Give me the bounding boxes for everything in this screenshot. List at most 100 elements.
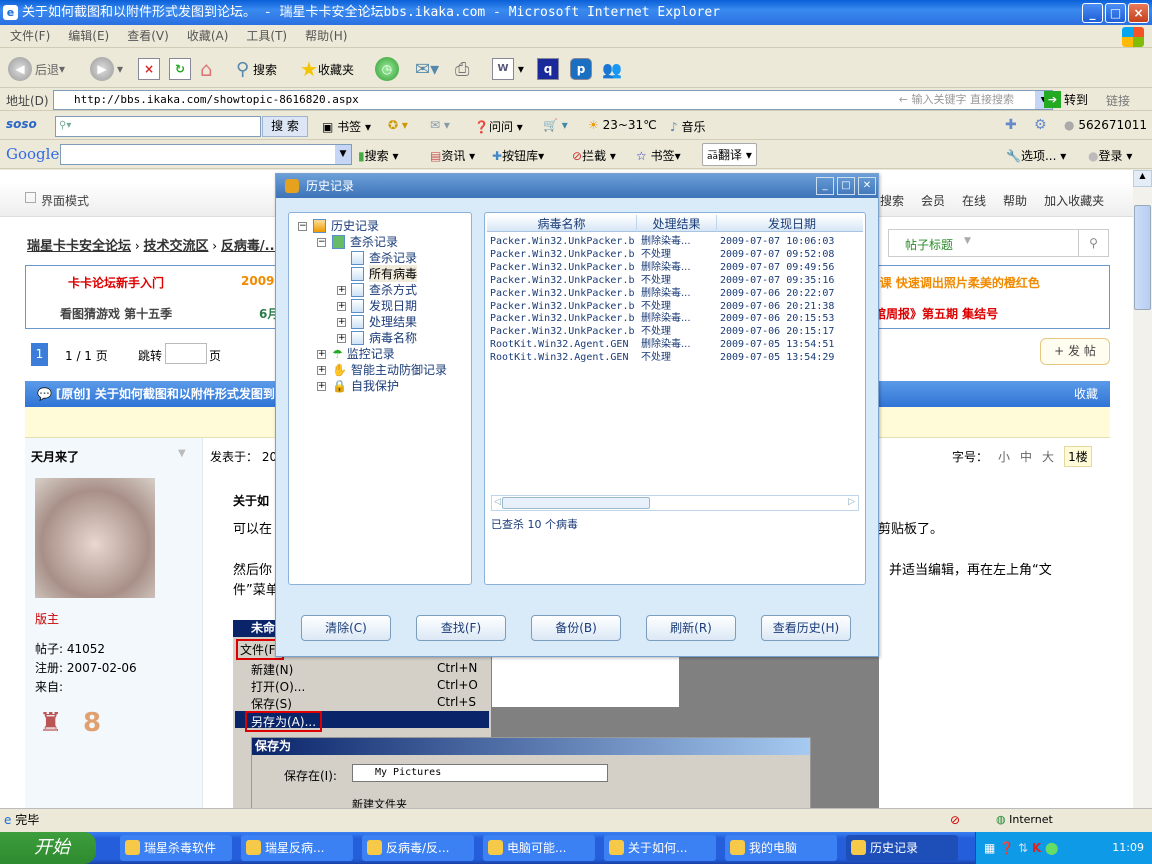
messenger-button[interactable]: 👥 bbox=[602, 55, 622, 83]
taskbar-button[interactable]: 瑞星杀毒软件 bbox=[120, 835, 232, 861]
window-title-bar[interactable]: 关于如何截图和以附件形式发图到论坛。 - 瑞星卡卡安全论坛bbs.ikaka.c… bbox=[0, 0, 1152, 25]
nav-help[interactable]: 帮助 bbox=[1003, 192, 1027, 209]
breadcrumb-tech[interactable]: 技术交流区 bbox=[143, 239, 208, 254]
print-button[interactable]: ⎙ bbox=[455, 55, 469, 83]
menu-tools[interactable]: 工具(T) bbox=[246, 29, 287, 43]
google-news-button[interactable]: ▤资讯 ▾ bbox=[430, 147, 475, 164]
soso-bookmarks-button[interactable]: ▣ 书签 ▾ bbox=[322, 118, 371, 135]
tree-scan-records[interactable]: 查杀记录 bbox=[332, 233, 398, 250]
soso-mail-button[interactable]: ✉ ▾ bbox=[430, 118, 450, 132]
tree-history[interactable]: 历史记录 bbox=[313, 217, 379, 234]
page-1-button[interactable]: 1 bbox=[31, 343, 48, 366]
go-button[interactable]: ➔ 转到 bbox=[1044, 91, 1088, 108]
taskbar-button[interactable]: 反病毒/反... bbox=[362, 835, 474, 861]
soso-music-button[interactable]: ♪ 音乐 bbox=[670, 118, 706, 135]
soso-ask-button[interactable]: ❓问问 ▾ bbox=[474, 118, 523, 135]
tree-found-date[interactable]: 发现日期 bbox=[351, 297, 417, 314]
forward-button[interactable]: ▶ ▾ bbox=[90, 55, 123, 83]
scrollbar-thumb[interactable] bbox=[1134, 205, 1151, 310]
refresh-list-button[interactable]: 刷新(R) bbox=[646, 615, 736, 641]
forum-search-icon[interactable]: ⚲ bbox=[1078, 230, 1108, 256]
author-name[interactable]: 天月来了 bbox=[31, 448, 79, 465]
soso-shop-button[interactable]: 🛒 ▾ bbox=[543, 118, 568, 132]
soso-search-button[interactable]: 搜 索 bbox=[262, 116, 308, 137]
horizontal-scrollbar[interactable]: ◁ ▷ bbox=[491, 495, 859, 511]
minimize-button[interactable]: _ bbox=[1082, 3, 1103, 23]
forum-search-box[interactable]: 帖子标题 ▼ ⚲ bbox=[888, 229, 1109, 257]
dialog-close-button[interactable]: ✕ bbox=[858, 177, 876, 195]
taskbar-button[interactable]: 我的电脑 bbox=[725, 835, 837, 861]
favorites-button[interactable]: ★ 收藏夹 bbox=[300, 55, 354, 83]
mode-checkbox-icon[interactable] bbox=[25, 192, 36, 203]
favorite-link[interactable]: 收藏 bbox=[1074, 381, 1098, 407]
page-jump-input[interactable] bbox=[165, 343, 207, 364]
column-virus-name[interactable]: 病毒名称 bbox=[487, 215, 637, 232]
font-large[interactable]: 大 bbox=[1042, 448, 1054, 465]
font-medium[interactable]: 中 bbox=[1020, 448, 1032, 465]
dialog-maximize-button[interactable]: □ bbox=[837, 177, 855, 195]
menu-edit[interactable]: 编辑(E) bbox=[68, 29, 109, 43]
edit-button[interactable]: W ▾ bbox=[492, 55, 524, 83]
popup-blocked-icon[interactable]: ⊘ bbox=[950, 809, 960, 831]
dialog-title-bar[interactable]: 历史记录 _ □ ✕ bbox=[276, 174, 878, 198]
new-post-button[interactable]: + 发 帖 bbox=[1040, 338, 1110, 365]
menu-help[interactable]: 帮助(H) bbox=[305, 29, 347, 43]
column-result[interactable]: 处理结果 bbox=[637, 215, 717, 232]
plus-icon[interactable]: ✚ bbox=[1005, 117, 1017, 133]
settings-icon[interactable]: ⚙ bbox=[1034, 117, 1047, 133]
find-button[interactable]: 查找(F) bbox=[416, 615, 506, 641]
menu-view[interactable]: 查看(V) bbox=[127, 29, 169, 43]
nav-add-favorite[interactable]: 加入收藏夹 bbox=[1044, 192, 1104, 209]
announce-link[interactable]: 2009 bbox=[241, 274, 274, 288]
google-buttons-button[interactable]: ✚按钮库▾ bbox=[492, 147, 544, 164]
menu-file[interactable]: 文件(F) bbox=[10, 29, 50, 43]
tree-result[interactable]: 处理结果 bbox=[351, 313, 417, 330]
vertical-scrollbar[interactable]: ▲ bbox=[1133, 170, 1152, 808]
google-dropdown-icon[interactable]: ▼ bbox=[335, 145, 351, 164]
tree-monitor[interactable]: ☂ 监控记录 bbox=[332, 345, 395, 362]
nav-online[interactable]: 在线 bbox=[962, 192, 986, 209]
tree-scan-log[interactable]: 查杀记录 bbox=[351, 249, 417, 266]
announce-link[interactable]: 馆周报》第五期 集结号 bbox=[874, 305, 998, 322]
nav-members[interactable]: 会员 bbox=[921, 192, 945, 209]
kaspersky-icon[interactable]: K bbox=[1032, 841, 1041, 855]
announce-link[interactable]: 看图猜游戏 第十五季 bbox=[60, 305, 172, 322]
close-button[interactable]: × bbox=[1128, 3, 1149, 23]
font-small[interactable]: 小 bbox=[998, 448, 1010, 465]
google-block-button[interactable]: ⊘拦截 ▾ bbox=[572, 147, 616, 164]
scrollbar-thumb[interactable] bbox=[502, 497, 650, 509]
stop-button[interactable]: × bbox=[138, 55, 160, 83]
address-input[interactable]: http://bbs.ikaka.com/showtopic-8616820.a… bbox=[53, 90, 1053, 110]
links-button[interactable]: 链接 bbox=[1106, 92, 1130, 109]
history-button[interactable]: ◷ bbox=[375, 55, 402, 83]
taskbar-button[interactable]: 电脑可能... bbox=[483, 835, 595, 861]
taskbar-button[interactable]: 瑞星反病... bbox=[241, 835, 353, 861]
refresh-button[interactable]: ↻ bbox=[169, 55, 191, 83]
help-icon[interactable]: ❓ bbox=[999, 841, 1014, 855]
taskbar-button[interactable]: 关于如何... bbox=[604, 835, 716, 861]
soso-fav-button[interactable]: ✪ ▾ bbox=[388, 118, 408, 132]
tree-self-protect[interactable]: 🔒 自我保护 bbox=[332, 377, 399, 394]
clear-button[interactable]: 清除(C) bbox=[301, 615, 391, 641]
menu-favorites[interactable]: 收藏(A) bbox=[187, 29, 229, 43]
start-button[interactable]: 开始 bbox=[0, 832, 96, 864]
google-login-button[interactable]: ●登录 ▾ bbox=[1088, 147, 1132, 164]
network-icon[interactable]: ⇅ bbox=[1018, 841, 1028, 855]
addon-q-button[interactable]: q bbox=[537, 55, 559, 83]
keyboard-icon[interactable]: ▦ bbox=[984, 841, 995, 855]
tree-scan-method[interactable]: 查杀方式 bbox=[351, 281, 417, 298]
tree-active-defense[interactable]: ✋ 智能主动防御记录 bbox=[332, 361, 447, 378]
view-history-button[interactable]: 查看历史(H) bbox=[761, 615, 851, 641]
search-button[interactable]: ⚲ 搜索 bbox=[236, 55, 277, 83]
tree-virus-name[interactable]: 病毒名称 bbox=[351, 329, 417, 346]
author-menu-icon[interactable]: ▼ bbox=[178, 448, 186, 459]
soso-search-input[interactable]: ⚲▾ bbox=[55, 116, 261, 137]
breadcrumb-home[interactable]: 瑞星卡卡安全论坛 bbox=[27, 239, 131, 254]
announce-link[interactable]: 卡卡论坛新手入门 bbox=[68, 274, 164, 291]
nav-search[interactable]: 搜索 bbox=[880, 192, 904, 209]
tree-all-viruses[interactable]: 所有病毒 bbox=[351, 265, 418, 282]
interface-mode-link[interactable]: 界面模式 bbox=[41, 192, 89, 209]
maximize-button[interactable]: □ bbox=[1105, 3, 1126, 23]
search-type-select[interactable]: 帖子标题 bbox=[905, 236, 953, 253]
backup-button[interactable]: 备份(B) bbox=[531, 615, 621, 641]
